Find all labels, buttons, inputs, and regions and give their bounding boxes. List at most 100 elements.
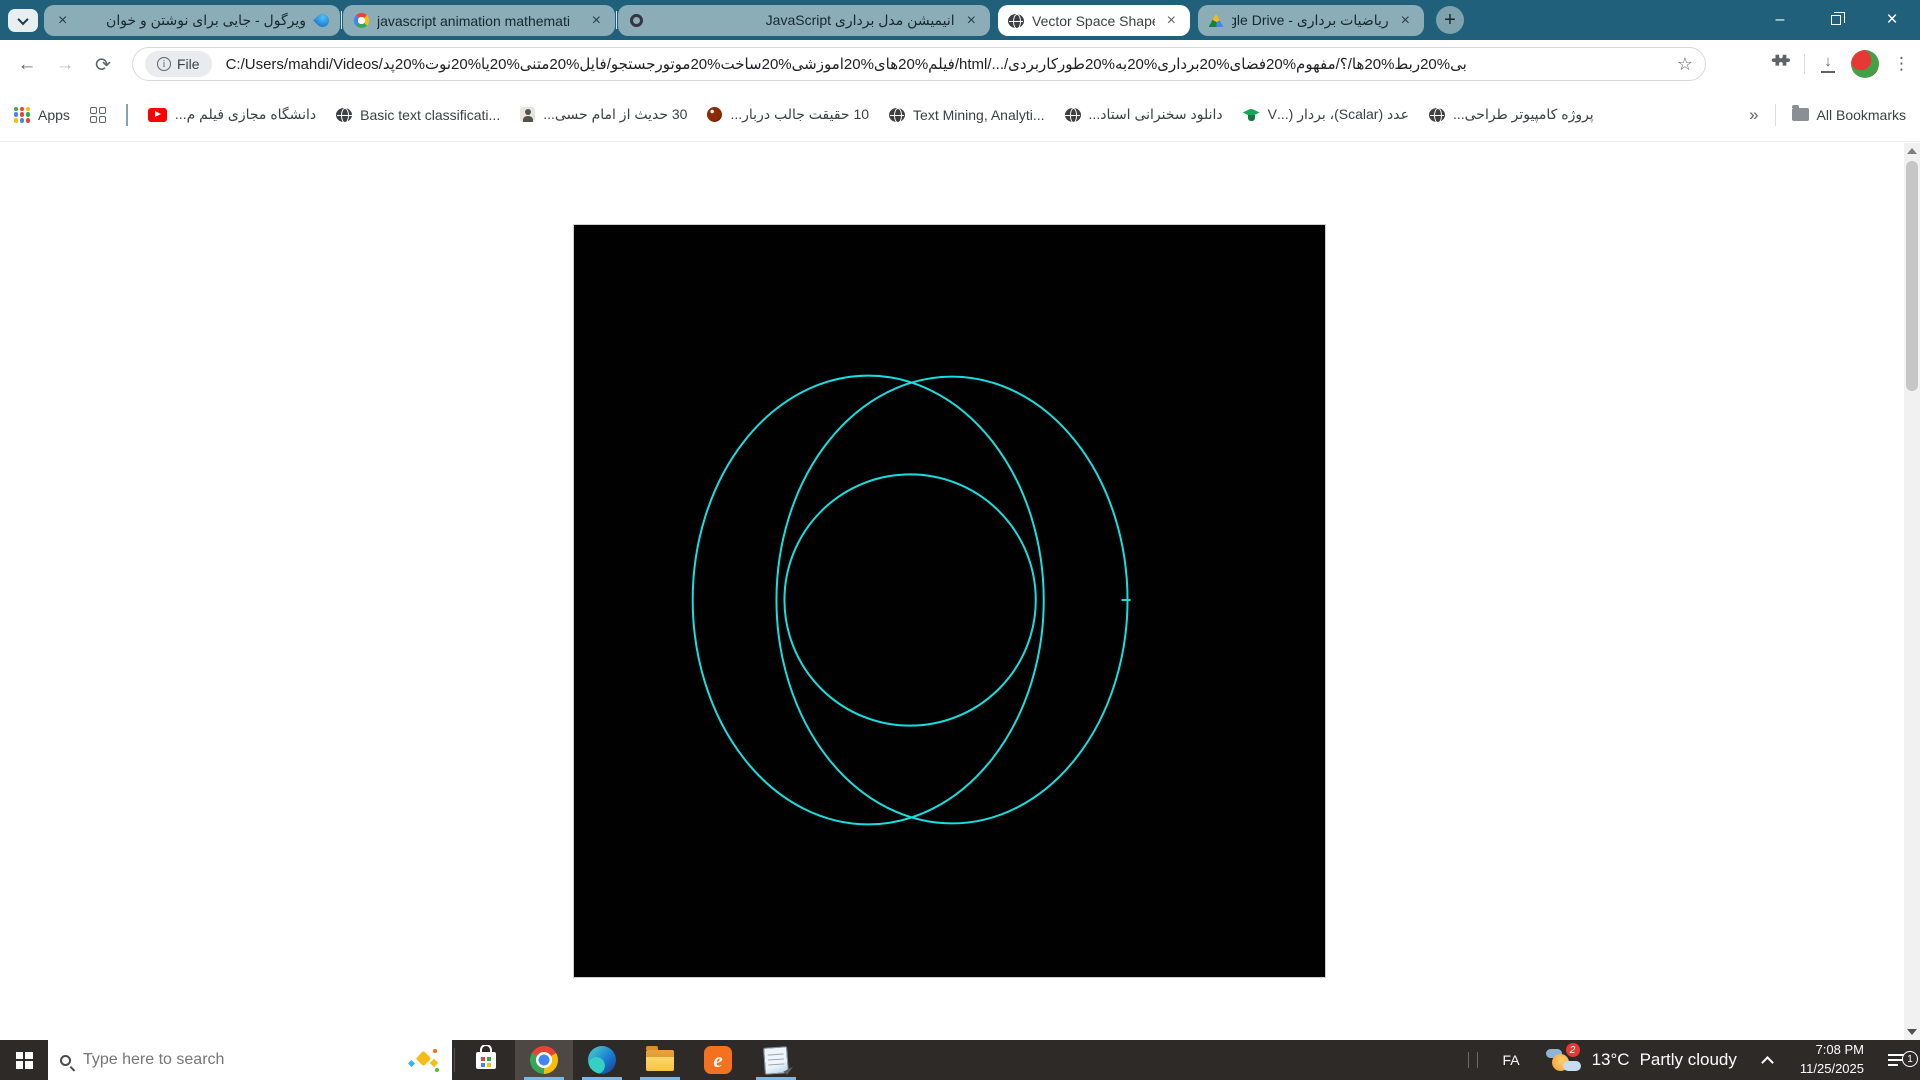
bookmark-label: Text Mining, Analyti... (913, 107, 1045, 123)
window-controls: – × (1752, 0, 1920, 40)
taskbar-file-explorer-button[interactable] (631, 1040, 689, 1080)
file-scheme-chip[interactable]: i File (145, 51, 212, 77)
tab-title: ریاضیات برداری - Google Drive (1232, 12, 1389, 29)
back-button[interactable]: ← (14, 52, 40, 78)
extensions-puzzle-icon[interactable] (1770, 52, 1790, 77)
bookmark-item[interactable]: 10 حقیقت جالب دربار... (707, 106, 869, 123)
time: 7:08 PM (1800, 1041, 1864, 1060)
bookmark-label: دانشگاه مجازی فیلم م... (175, 106, 316, 123)
bookmark-item[interactable]: Text Mining, Analyti... (889, 107, 1045, 123)
bookmark-item[interactable]: دانشگاه مجازی فیلم م... (148, 106, 316, 123)
close-icon[interactable]: × (963, 12, 980, 30)
bookmarks-separator (126, 104, 128, 126)
google-drive-icon (1208, 13, 1224, 29)
start-button[interactable] (0, 1040, 48, 1080)
toolbar-separator (1804, 54, 1805, 74)
close-icon[interactable]: × (1163, 12, 1180, 30)
forward-button[interactable]: → (52, 52, 78, 78)
google-icon (353, 13, 369, 29)
bookmark-item[interactable]: Basic text classificati... (336, 107, 500, 123)
tab-title: ویرگول - جایی برای نوشتن و خوان (79, 12, 306, 29)
page-content (0, 143, 1920, 1040)
bookmark-item[interactable]: عدد (Scalar)، بردار (...V (1243, 106, 1409, 123)
tab-chatgpt[interactable]: انیمیشن مدل برداری JavaScript × (618, 5, 990, 36)
taskbar-chrome-button[interactable] (515, 1040, 573, 1080)
taskbar-edge-button[interactable] (573, 1040, 631, 1080)
squares-grid-icon (90, 107, 106, 123)
globe-icon (336, 108, 352, 122)
bookmark-label: پروژه کامپیوتر طراحی... (1453, 106, 1594, 123)
taskbar-search-box[interactable] (48, 1040, 452, 1080)
notification-center-button[interactable]: 1 (1874, 1051, 1920, 1069)
close-window-button[interactable]: × (1864, 0, 1920, 40)
search-highlights-sparkle-icon[interactable] (406, 1047, 440, 1073)
bookmark-label: دانلود سخنرانی استاد... (1089, 106, 1223, 123)
hidden-icons-chevron[interactable] (1761, 1056, 1774, 1069)
taskbar-grip (1468, 1052, 1478, 1068)
youtube-icon (148, 108, 167, 122)
taskbar-notepad-button[interactable] (747, 1040, 805, 1080)
search-input[interactable] (81, 1050, 396, 1070)
tab-virgool[interactable]: × ویرگول - جایی برای نوشتن و خوان (44, 5, 340, 36)
temperature: 13°C (1592, 1050, 1630, 1070)
bookmark-star-icon[interactable]: ☆ (1677, 54, 1693, 75)
tab-separator (616, 11, 617, 29)
title-bar: × ویرگول - جایی برای نوشتن و خوان javasc… (0, 0, 1920, 40)
bookmark-item[interactable]: 30 حدیث از امام حسی... (520, 106, 687, 123)
url-text[interactable]: C:/Users/mahdi/Videos/فیلم%20های%20اموزش… (226, 55, 1663, 73)
profile-avatar[interactable] (1851, 50, 1879, 78)
taskbar-e-app-button[interactable]: e (689, 1040, 747, 1080)
tab-separator (341, 11, 342, 29)
language-indicator[interactable]: FA (1488, 1052, 1533, 1068)
all-bookmarks-label: All Bookmarks (1817, 107, 1906, 123)
tab-list-chevron-button[interactable] (8, 9, 38, 32)
bookmark-item[interactable]: پروژه کامپیوتر طراحی... (1429, 106, 1594, 123)
download-arrow: ↓ (1819, 53, 1837, 70)
orange-e-icon: e (704, 1046, 732, 1074)
close-icon[interactable]: × (1397, 12, 1414, 30)
canvas-svg (574, 225, 1325, 977)
sphere-icon (707, 107, 722, 122)
bookmarks-overflow-button[interactable]: » (1749, 105, 1758, 125)
vector-canvas (573, 224, 1326, 978)
file-chip-label: File (177, 56, 200, 72)
tab-vector-space-shape[interactable]: Vector Space Shape × (998, 5, 1190, 36)
close-icon[interactable]: × (54, 12, 71, 30)
address-bar[interactable]: i File C:/Users/mahdi/Videos/فیلم%20های%… (132, 47, 1706, 81)
minimize-button[interactable]: – (1752, 0, 1808, 40)
globe-icon (1008, 14, 1024, 28)
scrollbar-thumb[interactable] (1906, 161, 1918, 391)
graduation-cap-icon (1243, 108, 1260, 122)
bookmark-squares[interactable] (90, 107, 106, 123)
person-icon (520, 107, 535, 122)
globe-icon (889, 108, 905, 122)
browser-toolbar: ← → ⟳ i File C:/Users/mahdi/Videos/فیلم%… (0, 40, 1920, 88)
bookmark-label: 10 حقیقت جالب دربار... (730, 106, 869, 123)
scroll-up-arrow[interactable] (1904, 143, 1920, 159)
download-icon[interactable]: ↓ (1819, 55, 1837, 73)
chrome-icon (530, 1046, 558, 1074)
new-tab-button[interactable]: + (1436, 6, 1464, 34)
close-icon[interactable]: × (588, 12, 605, 30)
reload-button[interactable]: ⟳ (90, 52, 116, 78)
info-icon: i (157, 57, 171, 71)
bookmark-label: عدد (Scalar)، بردار (...V (1268, 106, 1409, 123)
tab-strip: × ویرگول - جایی برای نوشتن و خوان javasc… (44, 0, 1464, 40)
taskbar-store-button[interactable] (457, 1040, 515, 1080)
clock[interactable]: 7:08 PM 11/25/2025 (1790, 1041, 1874, 1079)
system-tray: FA 2 13°C Partly cloudy 7:08 PM 11/25/20… (1468, 1040, 1920, 1080)
apps-shortcut[interactable]: Apps (14, 107, 70, 123)
chatgpt-icon (628, 13, 644, 29)
bookmark-item[interactable]: دانلود سخنرانی استاد... (1065, 106, 1223, 123)
tab-google-search[interactable]: javascript animation mathemati × (343, 5, 615, 36)
all-bookmarks-button[interactable]: All Bookmarks (1792, 107, 1906, 123)
restore-button[interactable] (1808, 0, 1864, 40)
tab-google-drive[interactable]: ریاضیات برداری - Google Drive × (1198, 5, 1424, 36)
page-scrollbar[interactable] (1904, 143, 1920, 1040)
partly-cloudy-night-icon: 2 (1546, 1046, 1582, 1074)
folder-icon (1792, 108, 1809, 121)
scroll-down-arrow[interactable] (1904, 1024, 1920, 1040)
menu-dots-icon[interactable]: ⋮ (1893, 54, 1910, 74)
weather-widget[interactable]: 2 13°C Partly cloudy (1534, 1046, 1749, 1074)
restore-icon (1831, 15, 1841, 25)
